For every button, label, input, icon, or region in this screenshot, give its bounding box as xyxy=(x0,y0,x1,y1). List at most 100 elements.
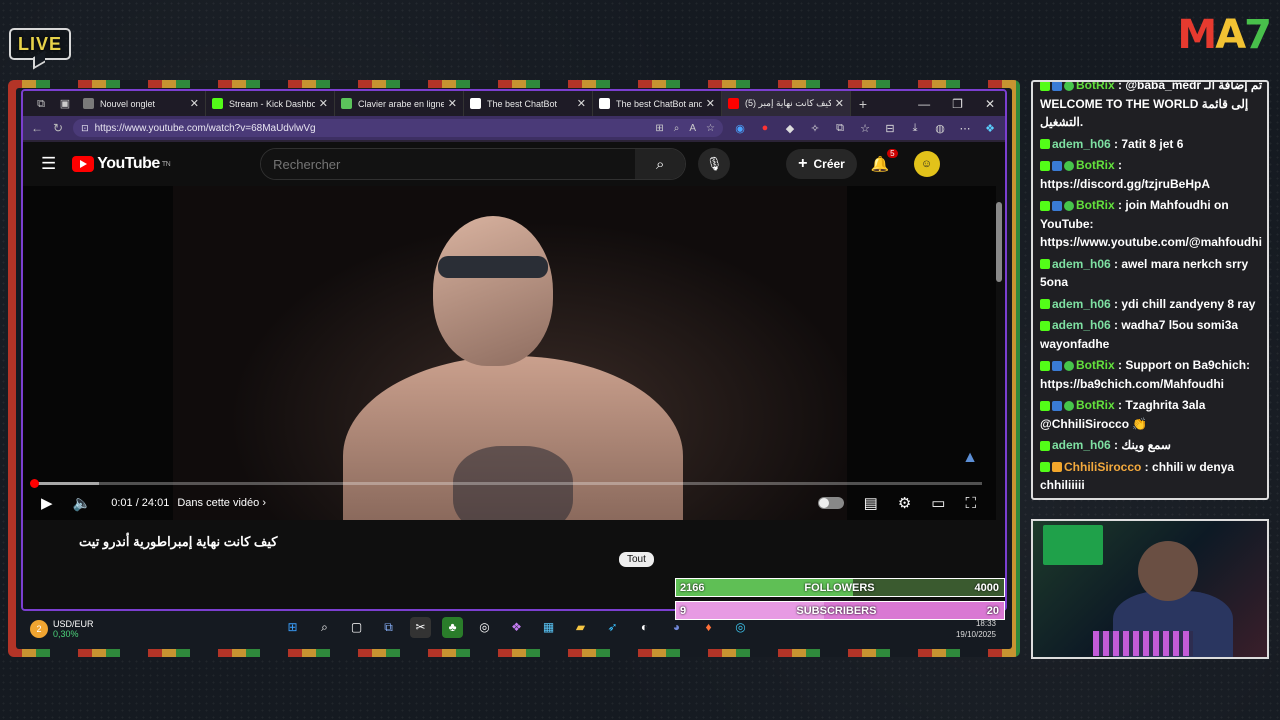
fullscreen-icon[interactable]: ⛶ xyxy=(965,495,976,512)
app-arrow-icon[interactable]: ➶ xyxy=(602,617,623,638)
scrubber-handle[interactable] xyxy=(30,479,39,488)
browser-tab[interactable]: Stream - Kick Dashbo ✕ xyxy=(206,91,335,116)
chat-username[interactable]: adem_h06 xyxy=(1052,257,1111,271)
favorite-star-icon[interactable]: ☆ xyxy=(706,123,715,134)
brave-icon[interactable]: ♦ xyxy=(698,617,719,638)
chat-username[interactable]: BotRix xyxy=(1076,82,1115,92)
more-menu-icon[interactable]: ⋯ xyxy=(958,122,972,135)
create-button[interactable]: + Créer xyxy=(786,149,857,179)
controls-row: ▶ 🔈 0:01 / 24:01 Dans cette vidéo › ▤ ⚙ … xyxy=(41,494,976,513)
app-icon[interactable]: ⊞ xyxy=(655,123,663,134)
close-tab-icon[interactable]: ✕ xyxy=(835,97,844,110)
search-box: ⌕ xyxy=(260,148,687,180)
zoom-icon[interactable]: ⌕ xyxy=(674,123,680,134)
chat-panel: BotRix : @baba_medr تم إضافة الـ WELCOME… xyxy=(1031,80,1269,500)
tab-actions-icon[interactable]: ▣ xyxy=(58,97,72,111)
browser-tab[interactable]: The best ChatBot and ✕ xyxy=(593,91,722,116)
chat-username[interactable]: BotRix xyxy=(1076,398,1115,412)
chat-username[interactable]: BotRix xyxy=(1076,158,1115,172)
file-explorer-icon[interactable]: ▰ xyxy=(570,617,591,638)
avatar[interactable]: ☺ xyxy=(913,151,940,177)
xbox-icon[interactable]: ♣ xyxy=(442,617,463,638)
maximize-icon[interactable]: ❐ xyxy=(952,97,963,111)
start-icon[interactable]: ⊞ xyxy=(282,617,303,638)
search-input[interactable] xyxy=(261,149,636,179)
close-tab-icon[interactable]: ✕ xyxy=(706,97,715,110)
back-icon[interactable]: ← xyxy=(31,121,43,135)
browser-tab[interactable]: Clavier arabe en ligne ✕ xyxy=(335,91,464,116)
widgets-button[interactable]: 2 USD/EUR 0,30% xyxy=(30,619,94,639)
address-bar[interactable]: ⊡ https://www.youtube.com/watch?v=68MaUd… xyxy=(73,119,723,137)
progress-bar[interactable] xyxy=(30,479,982,488)
chat-separator: : xyxy=(1110,136,1122,151)
chat-username[interactable]: adem_h06 xyxy=(1052,297,1111,311)
scrollbar[interactable] xyxy=(996,202,1002,282)
new-tab-icon[interactable]: + xyxy=(856,97,870,111)
chat-separator: : xyxy=(1110,318,1122,332)
browser-tab[interactable]: (5) كيف كانت نهاية إمبر ✕ xyxy=(722,91,851,116)
chat-username[interactable]: BotRix xyxy=(1076,198,1115,212)
tab-bar: ⧉ ▣ Nouvel onglet ✕ Stream - Kick Dashbo ✕ C… xyxy=(23,91,1005,116)
search-icon[interactable]: ⌕ xyxy=(635,149,686,179)
browser-tab[interactable]: The best ChatBot ✕ xyxy=(464,91,593,116)
youtube-icon xyxy=(728,98,739,109)
tab-title: The best ChatBot and xyxy=(616,98,702,109)
browser-tab[interactable]: Nouvel onglet ✕ xyxy=(77,91,206,116)
extension-red-icon[interactable]: ● xyxy=(758,122,772,135)
video-player[interactable]: ▲ xyxy=(23,186,996,520)
close-tab-icon[interactable]: ✕ xyxy=(190,97,199,110)
chat-username[interactable]: BotRix xyxy=(1076,358,1115,372)
autoplay-toggle[interactable] xyxy=(817,497,844,509)
search-taskbar-icon[interactable]: ⌕ xyxy=(314,617,335,638)
discord-icon[interactable]: ◕ xyxy=(666,617,687,638)
remote-icon[interactable]: ⧉ xyxy=(378,617,399,638)
chat-username[interactable]: adem_h06 xyxy=(1052,318,1111,332)
volume-icon[interactable]: 🔈 xyxy=(73,494,92,512)
copilot-icon[interactable]: ❖ xyxy=(983,122,997,135)
close-tab-icon[interactable]: ✕ xyxy=(448,97,457,110)
subtitles-icon[interactable]: ▤ xyxy=(864,494,878,512)
extension-blue-icon[interactable]: ◉ xyxy=(733,122,747,135)
theater-mode-icon[interactable]: ▭ xyxy=(931,494,945,512)
site-info-icon[interactable]: ⊡ xyxy=(81,123,89,134)
obs-icon[interactable]: ◐ xyxy=(634,617,655,638)
collections-icon[interactable]: ⊟ xyxy=(883,122,897,135)
favorites-icon[interactable]: ☆ xyxy=(858,122,872,135)
notifications-icon[interactable]: 🔔 5 xyxy=(871,149,898,173)
clock[interactable]: 18:33 19/10/2025 xyxy=(956,618,996,640)
chip-all[interactable]: Tout xyxy=(619,552,654,567)
minimize-icon[interactable]: — xyxy=(918,97,930,111)
play-icon[interactable]: ▶ xyxy=(41,494,53,512)
extensions-icon[interactable]: ✧ xyxy=(808,122,822,135)
capcut-icon[interactable]: ✂ xyxy=(410,617,431,638)
chat-username[interactable]: adem_h06 xyxy=(1052,438,1111,452)
copilot-taskbar-icon[interactable]: ❖ xyxy=(506,617,527,638)
extension-diamond-icon[interactable]: ◆ xyxy=(783,122,797,135)
workspaces-icon[interactable]: ⧉ xyxy=(34,97,48,111)
video-title: كيف كانت نهاية إمبراطورية أندرو تيت xyxy=(79,534,278,549)
downloads-icon[interactable]: ⤓ xyxy=(908,122,922,135)
close-tab-icon[interactable]: ✕ xyxy=(577,97,586,110)
bot-badge-icon xyxy=(1052,160,1062,171)
store-icon[interactable]: ▦ xyxy=(538,617,559,638)
menu-icon[interactable]: ☰ xyxy=(41,154,56,174)
bot-badge-icon xyxy=(1052,82,1062,91)
close-window-icon[interactable]: ✕ xyxy=(985,97,995,111)
chat-username[interactable]: adem_h06 xyxy=(1052,137,1111,151)
chat-separator: : xyxy=(1114,358,1126,372)
close-tab-icon[interactable]: ✕ xyxy=(319,97,328,110)
profile-icon[interactable]: ◍ xyxy=(933,122,947,135)
steam-icon[interactable]: ◎ xyxy=(474,617,495,638)
chat-separator: : xyxy=(1110,256,1122,271)
youtube-logo[interactable]: YouTube TN xyxy=(72,155,171,173)
chat-username[interactable]: ChhiliSirocco xyxy=(1064,460,1141,474)
microphone-icon[interactable]: 🎙 xyxy=(698,148,731,180)
chapters-button[interactable]: Dans cette vidéo › xyxy=(177,497,266,509)
refresh-icon[interactable]: ↻ xyxy=(53,121,63,135)
task-view-icon[interactable]: ▢ xyxy=(346,617,367,638)
read-aloud-icon[interactable]: A xyxy=(689,123,696,134)
settings-icon[interactable]: ⚙ xyxy=(898,494,911,512)
edge-icon[interactable]: ◎ xyxy=(730,617,751,638)
extensions-bar: ◉ ● ◆ ✧ ⧉ ☆ ⊟ ⤓ ◍ ⋯ ❖ xyxy=(733,122,997,135)
split-screen-icon[interactable]: ⧉ xyxy=(833,122,847,135)
